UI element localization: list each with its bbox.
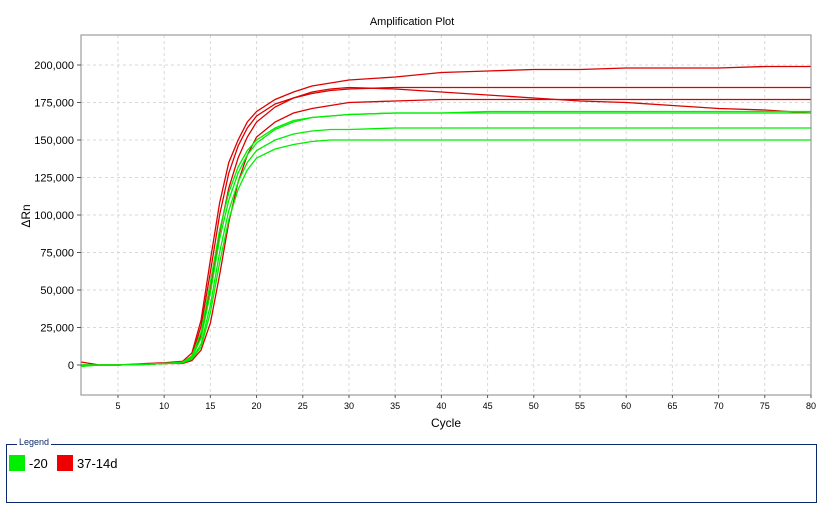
y-tick-label: 0 — [68, 360, 74, 372]
legend-title: Legend — [17, 437, 52, 447]
y-tick-label: 150,000 — [34, 135, 74, 147]
x-tick-label: 60 — [621, 401, 631, 411]
legend-item-37-14d[interactable]: 37-14d — [57, 455, 117, 471]
y-tick-label: 175,000 — [34, 98, 74, 110]
series-line — [81, 86, 812, 366]
legend-label-37-14d: 37-14d — [77, 455, 118, 471]
amplification-plot: Amplification Plot 0 25,000 50,000 75,000 10… — [19, 16, 816, 430]
x-tick-label: 45 — [483, 401, 493, 411]
x-tick-label: 25 — [298, 401, 308, 411]
series-line — [80, 86, 811, 367]
y-tick-label: 125,000 — [34, 173, 74, 185]
x-tick-label: 15 — [205, 401, 215, 411]
y-axis-label: ΔRn — [19, 204, 33, 227]
x-tick-label: 35 — [390, 401, 400, 411]
legend-swatch-minus-20 — [9, 455, 25, 471]
x-axis-ticks: 5 10 15 20 25 30 35 40 45 50 55 60 65 70 75 80 — [115, 395, 816, 411]
series-line — [81, 98, 811, 366]
y-tick-label: 100,000 — [34, 210, 74, 222]
x-tick-label: 55 — [575, 401, 585, 411]
x-tick-label: 65 — [667, 401, 677, 411]
legend-label-minus-20: -20 — [29, 455, 48, 471]
x-tick-label: 75 — [760, 401, 770, 411]
x-tick-label: 5 — [115, 401, 120, 411]
y-tick-label: 25,000 — [40, 323, 74, 335]
series-line — [80, 112, 811, 368]
x-tick-label: 30 — [344, 401, 354, 411]
series-line — [81, 127, 811, 366]
y-tick-label: 200,000 — [34, 60, 74, 72]
series-line — [81, 110, 811, 366]
x-tick-label: 20 — [252, 401, 262, 411]
y-tick-label: 75,000 — [40, 248, 74, 260]
legend-panel: Legend -20 37-14d — [6, 437, 817, 503]
legend-item-minus-20[interactable]: -20 — [9, 455, 48, 471]
x-tick-label: 40 — [436, 401, 446, 411]
x-tick-label: 70 — [714, 401, 724, 411]
x-axis-label: Cycle — [431, 416, 461, 430]
y-axis-ticks: 0 25,000 50,000 75,000 100,000 125,000 150,000… — [34, 60, 81, 372]
x-tick-label: 80 — [806, 401, 816, 411]
x-tick-label: 50 — [529, 401, 539, 411]
series-lines — [80, 65, 812, 368]
x-tick-label: 10 — [159, 401, 169, 411]
legend-swatch-37-14d — [57, 455, 73, 471]
chart-title: Amplification Plot — [370, 16, 454, 28]
grid-lines — [81, 35, 812, 395]
y-tick-label: 50,000 — [40, 285, 74, 297]
